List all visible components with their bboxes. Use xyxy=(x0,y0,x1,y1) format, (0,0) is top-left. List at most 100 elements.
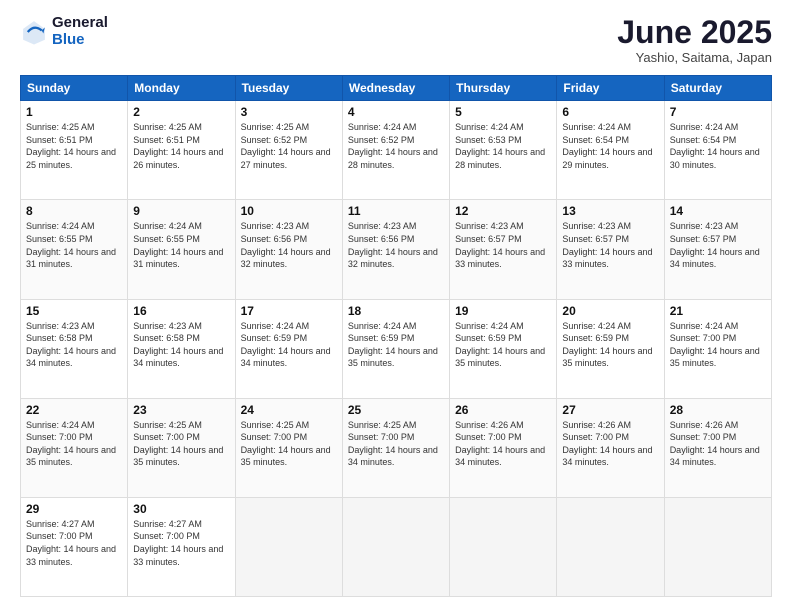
cell-info: Sunrise: 4:24 AMSunset: 6:55 PMDaylight:… xyxy=(26,221,116,269)
calendar-cell: 26Sunrise: 4:26 AMSunset: 7:00 PMDayligh… xyxy=(450,398,557,497)
day-number: 30 xyxy=(133,502,229,516)
logo-icon xyxy=(20,18,48,46)
cell-info: Sunrise: 4:23 AMSunset: 6:58 PMDaylight:… xyxy=(133,321,223,369)
calendar-cell xyxy=(450,497,557,596)
cell-info: Sunrise: 4:25 AMSunset: 6:51 PMDaylight:… xyxy=(133,122,223,170)
day-number: 23 xyxy=(133,403,229,417)
day-number: 6 xyxy=(562,105,658,119)
day-number: 9 xyxy=(133,204,229,218)
calendar-week-1: 1 Sunrise: 4:25 AMSunset: 6:51 PMDaylight… xyxy=(21,101,772,200)
cell-info: Sunrise: 4:27 AMSunset: 7:00 PMDaylight:… xyxy=(133,519,223,567)
day-number: 16 xyxy=(133,304,229,318)
location: Yashio, Saitama, Japan xyxy=(617,50,772,65)
calendar-cell: 17 Sunrise: 4:24 AMSunset: 6:59 PMDayligh… xyxy=(235,299,342,398)
calendar-cell: 16 Sunrise: 4:23 AMSunset: 6:58 PMDayligh… xyxy=(128,299,235,398)
cell-info: Sunrise: 4:25 AMSunset: 7:00 PMDaylight:… xyxy=(348,420,438,468)
day-number: 27 xyxy=(562,403,658,417)
day-number: 25 xyxy=(348,403,444,417)
day-number: 2 xyxy=(133,105,229,119)
logo: General Blue xyxy=(20,15,108,48)
header: General Blue June 2025 Yashio, Saitama, … xyxy=(20,15,772,65)
calendar-cell: 5 Sunrise: 4:24 AMSunset: 6:53 PMDaylight… xyxy=(450,101,557,200)
col-sunday: Sunday xyxy=(21,76,128,101)
col-monday: Monday xyxy=(128,76,235,101)
calendar-cell xyxy=(342,497,449,596)
calendar-cell: 7Sunrise: 4:24 AMSunset: 6:54 PMDaylight… xyxy=(664,101,771,200)
cell-info: Sunrise: 4:23 AMSunset: 6:57 PMDaylight:… xyxy=(670,221,760,269)
cell-info: Sunrise: 4:24 AMSunset: 6:53 PMDaylight:… xyxy=(455,122,545,170)
day-number: 28 xyxy=(670,403,766,417)
calendar-cell: 15Sunrise: 4:23 AMSunset: 6:58 PMDayligh… xyxy=(21,299,128,398)
col-tuesday: Tuesday xyxy=(235,76,342,101)
calendar-cell xyxy=(235,497,342,596)
day-number: 12 xyxy=(455,204,551,218)
calendar-cell: 28 Sunrise: 4:26 AMSunset: 7:00 PMDayligh… xyxy=(664,398,771,497)
calendar-cell xyxy=(557,497,664,596)
cell-info: Sunrise: 4:23 AMSunset: 6:56 PMDaylight:… xyxy=(348,221,438,269)
day-number: 21 xyxy=(670,304,766,318)
day-number: 17 xyxy=(241,304,337,318)
day-number: 18 xyxy=(348,304,444,318)
calendar-cell: 12 Sunrise: 4:23 AMSunset: 6:57 PMDayligh… xyxy=(450,200,557,299)
calendar-cell: 19Sunrise: 4:24 AMSunset: 6:59 PMDayligh… xyxy=(450,299,557,398)
calendar-week-2: 8Sunrise: 4:24 AMSunset: 6:55 PMDaylight… xyxy=(21,200,772,299)
calendar-cell: 20 Sunrise: 4:24 AMSunset: 6:59 PMDayligh… xyxy=(557,299,664,398)
calendar-cell: 24 Sunrise: 4:25 AMSunset: 7:00 PMDayligh… xyxy=(235,398,342,497)
calendar-cell: 18Sunrise: 4:24 AMSunset: 6:59 PMDayligh… xyxy=(342,299,449,398)
header-row: Sunday Monday Tuesday Wednesday Thursday… xyxy=(21,76,772,101)
calendar-cell: 21 Sunrise: 4:24 AMSunset: 7:00 PMDayligh… xyxy=(664,299,771,398)
day-number: 29 xyxy=(26,502,122,516)
cell-info: Sunrise: 4:26 AMSunset: 7:00 PMDaylight:… xyxy=(670,420,760,468)
cell-info: Sunrise: 4:24 AMSunset: 6:55 PMDaylight:… xyxy=(133,221,223,269)
cell-info: Sunrise: 4:25 AMSunset: 6:52 PMDaylight:… xyxy=(241,122,331,170)
day-number: 5 xyxy=(455,105,551,119)
calendar-cell: 9 Sunrise: 4:24 AMSunset: 6:55 PMDaylight… xyxy=(128,200,235,299)
day-number: 20 xyxy=(562,304,658,318)
cell-info: Sunrise: 4:23 AMSunset: 6:57 PMDaylight:… xyxy=(455,221,545,269)
cell-info: Sunrise: 4:25 AMSunset: 7:00 PMDaylight:… xyxy=(241,420,331,468)
calendar-cell: 22Sunrise: 4:24 AMSunset: 7:00 PMDayligh… xyxy=(21,398,128,497)
logo-general-text: General xyxy=(52,15,108,32)
day-number: 4 xyxy=(348,105,444,119)
month-title: June 2025 xyxy=(617,15,772,50)
cell-info: Sunrise: 4:24 AMSunset: 6:54 PMDaylight:… xyxy=(562,122,652,170)
day-number: 13 xyxy=(562,204,658,218)
title-block: June 2025 Yashio, Saitama, Japan xyxy=(617,15,772,65)
calendar-cell: 25 Sunrise: 4:25 AMSunset: 7:00 PMDayligh… xyxy=(342,398,449,497)
calendar-cell: 3 Sunrise: 4:25 AMSunset: 6:52 PMDaylight… xyxy=(235,101,342,200)
day-number: 11 xyxy=(348,204,444,218)
calendar-cell: 30 Sunrise: 4:27 AMSunset: 7:00 PMDayligh… xyxy=(128,497,235,596)
col-friday: Friday xyxy=(557,76,664,101)
cell-info: Sunrise: 4:24 AMSunset: 6:59 PMDaylight:… xyxy=(562,321,652,369)
cell-info: Sunrise: 4:25 AMSunset: 6:51 PMDaylight:… xyxy=(26,122,116,170)
col-wednesday: Wednesday xyxy=(342,76,449,101)
cell-info: Sunrise: 4:24 AMSunset: 6:52 PMDaylight:… xyxy=(348,122,438,170)
cell-info: Sunrise: 4:23 AMSunset: 6:57 PMDaylight:… xyxy=(562,221,652,269)
day-number: 10 xyxy=(241,204,337,218)
cell-info: Sunrise: 4:24 AMSunset: 6:54 PMDaylight:… xyxy=(670,122,760,170)
calendar-week-5: 29 Sunrise: 4:27 AMSunset: 7:00 PMDayligh… xyxy=(21,497,772,596)
day-number: 3 xyxy=(241,105,337,119)
calendar-cell: 27 Sunrise: 4:26 AMSunset: 7:00 PMDayligh… xyxy=(557,398,664,497)
cell-info: Sunrise: 4:24 AMSunset: 7:00 PMDaylight:… xyxy=(670,321,760,369)
day-number: 22 xyxy=(26,403,122,417)
calendar-cell: 11 Sunrise: 4:23 AMSunset: 6:56 PMDayligh… xyxy=(342,200,449,299)
day-number: 15 xyxy=(26,304,122,318)
col-thursday: Thursday xyxy=(450,76,557,101)
cell-info: Sunrise: 4:24 AMSunset: 6:59 PMDaylight:… xyxy=(241,321,331,369)
day-number: 24 xyxy=(241,403,337,417)
calendar-cell: 6 Sunrise: 4:24 AMSunset: 6:54 PMDaylight… xyxy=(557,101,664,200)
calendar-cell: 8Sunrise: 4:24 AMSunset: 6:55 PMDaylight… xyxy=(21,200,128,299)
cell-info: Sunrise: 4:26 AMSunset: 7:00 PMDaylight:… xyxy=(562,420,652,468)
page: General Blue June 2025 Yashio, Saitama, … xyxy=(0,0,792,612)
calendar-week-3: 15 Sunrise: 4:23 AMSunset: 6:58 PMDayligh… xyxy=(21,299,772,398)
day-number: 26 xyxy=(455,403,551,417)
cell-info: Sunrise: 4:23 AMSunset: 6:56 PMDaylight:… xyxy=(241,221,331,269)
calendar-cell: 23Sunrise: 4:25 AMSunset: 7:00 PMDayligh… xyxy=(128,398,235,497)
day-number: 1 xyxy=(26,105,122,119)
calendar-cell xyxy=(664,497,771,596)
cell-info: Sunrise: 4:24 AMSunset: 6:59 PMDaylight:… xyxy=(455,321,545,369)
calendar-cell: 14Sunrise: 4:23 AMSunset: 6:57 PMDayligh… xyxy=(664,200,771,299)
calendar-cell: 4 Sunrise: 4:24 AMSunset: 6:52 PMDaylight… xyxy=(342,101,449,200)
col-saturday: Saturday xyxy=(664,76,771,101)
